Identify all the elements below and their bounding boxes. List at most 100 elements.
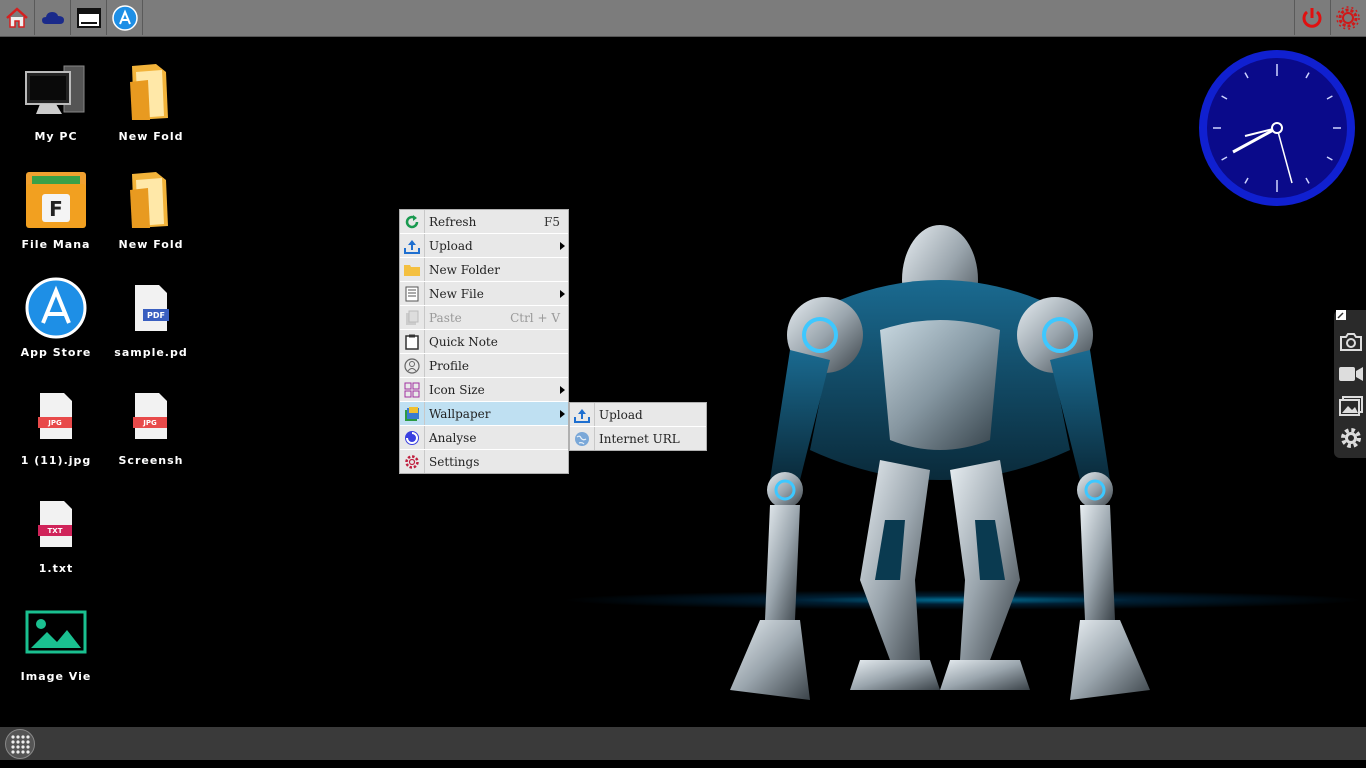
desktop-icon-label: File Mana (21, 238, 91, 251)
desktop-icon-my-pc[interactable]: My PC (8, 60, 104, 160)
upload-icon (404, 239, 420, 254)
taskbar (0, 727, 1366, 760)
menu-item-label: Analyse (429, 430, 477, 445)
gear-icon (1336, 5, 1360, 30)
desktop-icon-label: New Fold (118, 238, 184, 251)
desktop-icon-label: sample.pd (114, 346, 188, 359)
menu-item-shortcut: Ctrl + V (510, 310, 560, 325)
menu-item-label: New Folder (429, 262, 500, 277)
profile-icon (404, 357, 420, 374)
desktop-icon-screenshot[interactable]: JPG Screensh (103, 384, 199, 484)
gear-icon (1341, 428, 1361, 448)
desktop-icon-new-folder-2[interactable]: New Fold (103, 168, 199, 268)
desktop-icon-label: 1.txt (38, 562, 74, 575)
txt-badge: TXT (48, 527, 63, 535)
window-icon (77, 7, 101, 28)
menu-item-paste[interactable]: Paste Ctrl + V (400, 306, 568, 330)
cloud-icon (42, 11, 64, 24)
menu-item-label: Profile (429, 358, 469, 373)
menu-item-new-file[interactable]: New File (400, 282, 568, 306)
menu-item-label: Upload (429, 238, 473, 253)
menu-item-icon-size[interactable]: Icon Size (400, 378, 568, 402)
app-store-icon (112, 4, 138, 31)
video-camera-icon (1339, 367, 1363, 381)
menu-item-label: New File (429, 286, 484, 301)
app-store-button[interactable] (108, 0, 143, 35)
menu-item-wallpaper[interactable]: Wallpaper (400, 402, 568, 426)
desktop-icon-label: 1 (11).jpg (20, 454, 92, 467)
video-button[interactable] (1337, 360, 1365, 388)
desktop-icon-app-store[interactable]: App Store (8, 276, 104, 376)
side-toolbar (1334, 310, 1366, 458)
desktop-context-menu: Refresh F5 Upload New Folder New File Pa… (399, 209, 569, 474)
pin-button[interactable] (1334, 308, 1348, 322)
desktop-icon-label: My PC (34, 130, 78, 143)
desktop-icon-image-viewer[interactable]: Image Vie (8, 600, 104, 700)
wallpaper-robot-image (730, 225, 1150, 700)
menu-item-label: Upload (599, 407, 643, 422)
menu-item-label: Icon Size (429, 382, 485, 397)
folder-icon (130, 64, 168, 120)
menu-item-profile[interactable]: Profile (400, 354, 568, 378)
menu-item-label: Paste (429, 310, 462, 325)
settings-button[interactable] (1330, 0, 1365, 35)
menu-item-label: Refresh (429, 214, 477, 229)
txt-file-icon: TXT (38, 501, 72, 547)
submenu-item-upload[interactable]: Upload (570, 403, 706, 427)
pdf-file-icon: PDF (135, 285, 169, 331)
desktop-icon-txt[interactable]: TXT 1.txt (8, 492, 104, 592)
cloud-button[interactable] (36, 0, 71, 35)
app-store-icon (25, 277, 87, 339)
analyse-icon (405, 430, 419, 445)
menu-item-upload[interactable]: Upload (400, 234, 568, 258)
top-bar (0, 0, 1366, 37)
camera-button[interactable] (1337, 328, 1365, 356)
folder-icon (130, 172, 168, 228)
menu-item-quick-note[interactable]: Quick Note (400, 330, 568, 354)
desktop-icon-label: New Fold (118, 130, 184, 143)
upload-icon (574, 408, 590, 423)
submenu-item-internet-url[interactable]: Internet URL (570, 427, 706, 450)
desktop-icon-file-manager[interactable]: F File Mana (8, 168, 104, 268)
menu-item-label: Internet URL (599, 431, 680, 446)
home-button[interactable] (0, 0, 35, 35)
paste-icon (406, 310, 419, 325)
menu-item-new-folder[interactable]: New Folder (400, 258, 568, 282)
gear-icon (405, 454, 419, 469)
menu-item-refresh[interactable]: Refresh F5 (400, 210, 568, 234)
folder-icon (404, 264, 420, 276)
desktop-icon-label: App Store (20, 346, 92, 359)
window-button[interactable] (72, 0, 107, 35)
power-button[interactable] (1294, 0, 1329, 35)
jpg-file-icon: JPG (133, 393, 167, 439)
jpg-badge: JPG (142, 419, 157, 427)
menu-item-settings[interactable]: Settings (400, 450, 568, 473)
pdf-badge: PDF (147, 311, 165, 320)
desktop-icon-new-folder-1[interactable]: New Fold (103, 60, 199, 160)
desktop-icon-label: Screensh (118, 454, 184, 467)
menu-item-analyse[interactable]: Analyse (400, 426, 568, 450)
globe-icon (575, 431, 589, 446)
clipboard-icon (405, 334, 419, 350)
camera-icon (1340, 333, 1362, 351)
apps-grid-icon (11, 735, 30, 754)
file-icon (405, 286, 419, 301)
computer-icon (25, 65, 85, 114)
submenu-arrow-icon (560, 242, 565, 250)
menu-item-label: Wallpaper (429, 406, 491, 421)
gallery-button[interactable] (1337, 392, 1365, 420)
menu-item-shortcut: F5 (544, 214, 560, 229)
image-viewer-icon (25, 610, 87, 654)
start-menu-button[interactable] (5, 729, 35, 759)
pin-icon (1336, 310, 1346, 320)
desktop-icon-label: Image Vie (20, 670, 92, 683)
power-icon (1302, 7, 1322, 28)
home-icon (6, 6, 28, 28)
menu-item-label: Settings (429, 454, 480, 469)
desktop-icon-jpg-1[interactable]: JPG 1 (11).jpg (8, 384, 104, 484)
desktop-icon-sample-pdf[interactable]: PDF sample.pd (103, 276, 199, 376)
clock-widget (1199, 50, 1355, 206)
side-settings-button[interactable] (1337, 424, 1365, 452)
wallpaper-submenu: Upload Internet URL (569, 402, 707, 451)
menu-item-label: Quick Note (429, 334, 498, 349)
